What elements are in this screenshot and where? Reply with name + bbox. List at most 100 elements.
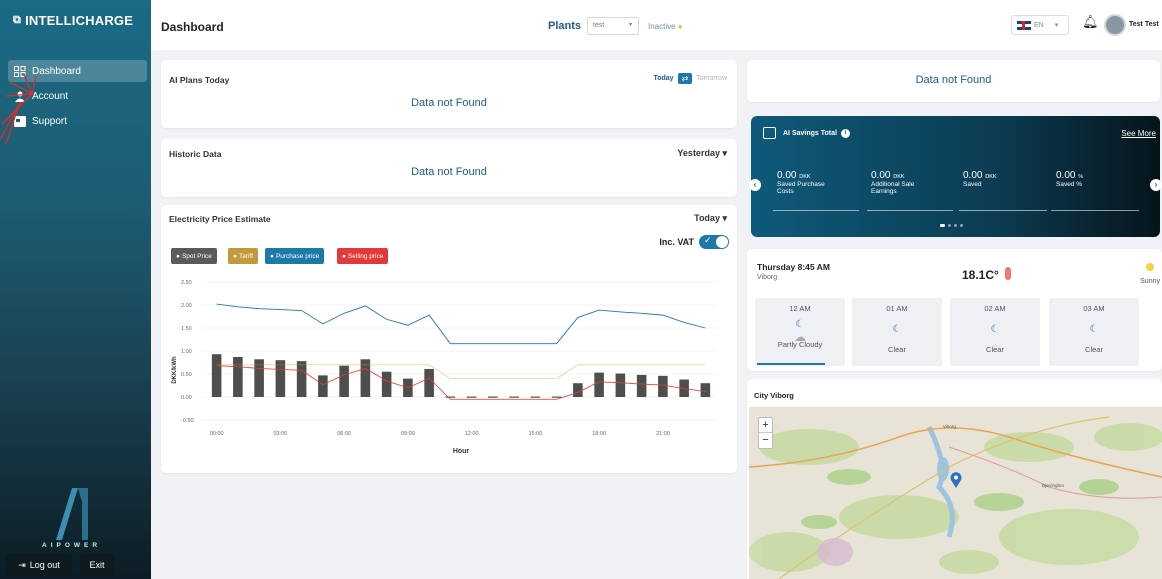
spot-price-bar xyxy=(233,356,243,397)
moon-icon: ☾ xyxy=(1089,324,1099,335)
hour-forecast[interactable]: 03 AM ☾ Clear xyxy=(1049,298,1139,366)
see-more-link[interactable]: See More xyxy=(1121,129,1156,138)
toggle-today[interactable]: Today xyxy=(653,75,673,82)
legend-selling-price[interactable]: ● Selling price xyxy=(337,248,389,264)
historic-card: Historic Data Yesterday ▾ Data not Found xyxy=(161,139,737,197)
historic-empty: Data not Found xyxy=(411,166,487,178)
dot[interactable] xyxy=(960,224,963,227)
price-period-select[interactable]: Today ▾ xyxy=(694,213,727,224)
spot-price-bar xyxy=(296,361,307,397)
page-title: Dashboard xyxy=(161,20,224,34)
sun-icon xyxy=(1146,263,1154,271)
x-tick-label: 21:00 xyxy=(656,431,670,437)
y-tick-label: -0.50 xyxy=(181,418,194,424)
savings-value: 0.00 xyxy=(1056,170,1076,181)
legend-label: Tariff xyxy=(238,252,253,260)
hour-time: 03 AM xyxy=(1083,304,1105,313)
chevron-down-icon: ▾ xyxy=(628,22,632,28)
legend-tariff[interactable]: ● Tariff xyxy=(228,248,258,264)
hour-condition: Clear xyxy=(986,345,1004,354)
savings-label: Saved Purchase Costs xyxy=(777,181,825,195)
savings-unit: DKK xyxy=(893,174,905,180)
spot-price-bar xyxy=(509,396,519,398)
logout-button[interactable]: ⇥ Log out xyxy=(6,554,72,576)
x-tick-label: 18:00 xyxy=(592,431,606,437)
hour-forecast[interactable]: 02 AM ☾ Clear xyxy=(950,298,1040,366)
exit-button[interactable]: Exit xyxy=(80,554,114,576)
divider xyxy=(1051,210,1139,211)
wallet-icon xyxy=(763,127,776,139)
dot-active[interactable] xyxy=(940,224,945,227)
x-tick-label: 06:00 xyxy=(337,431,351,437)
historic-period-select[interactable]: Yesterday ▾ xyxy=(677,148,727,159)
dot[interactable] xyxy=(948,224,951,227)
savings-value: 0.00 xyxy=(777,170,797,181)
savings-item: 0.00 DKK Additional Sale Earnings xyxy=(871,170,971,195)
savings-label: Additional Sale Earnings xyxy=(871,181,915,195)
x-tick-label: 03:00 xyxy=(273,431,287,437)
check-icon: ✓ xyxy=(704,235,712,245)
hour-time: 02 AM xyxy=(984,304,1006,313)
info-icon[interactable]: i xyxy=(841,129,850,138)
savings-value: 0.00 xyxy=(871,170,891,181)
vat-toggle[interactable]: Inc. VAT ✓ xyxy=(659,235,729,249)
spot-price-bar xyxy=(658,375,668,397)
brand-name: INTELLICHARGE xyxy=(25,13,134,28)
language-value: EN xyxy=(1034,21,1044,29)
savings-label: Saved xyxy=(963,181,982,188)
toggle-tomorrow[interactable]: Tomorrow xyxy=(696,75,727,82)
map-place-label: Bjerringbro xyxy=(1042,483,1065,488)
spot-price-bar xyxy=(594,372,604,397)
price-chart: 2.50 2.00 1.50 1.00 0.50 0.00 -0.50 00:00 03:00 0… xyxy=(172,280,716,455)
hour-condition: Clear xyxy=(1085,345,1103,354)
legend-purchase-price[interactable]: ● Purchase price xyxy=(265,248,325,264)
uk-flag-icon xyxy=(1017,20,1031,30)
tariff-line xyxy=(216,364,706,379)
status-text: Inactive xyxy=(648,22,676,31)
x-tick-label: 12:00 xyxy=(465,431,479,437)
price-period: Today xyxy=(694,213,720,223)
click-marker-icon xyxy=(0,73,37,145)
y-tick-label: 2.50 xyxy=(181,280,192,286)
city-map[interactable]: Viborg Bjerringbro xyxy=(749,407,1162,579)
zoom-in-button[interactable]: + xyxy=(759,418,772,433)
spot-price-bar xyxy=(381,371,392,397)
y-tick-label: 1.50 xyxy=(181,326,192,332)
vat-switch[interactable]: ✓ xyxy=(699,235,729,249)
hour-forecast[interactable]: 12 AM ☾ ☁ Partly Cloudy xyxy=(755,298,845,366)
map-place-label: Viborg xyxy=(943,424,956,429)
map-pin-icon[interactable] xyxy=(950,472,962,488)
ai-plans-card: AI Plans Today Today ⇄ Tomorrow Data not… xyxy=(161,60,737,128)
legend-spot-price[interactable]: ● Spot Price xyxy=(171,248,217,264)
carousel-prev-button[interactable]: ‹ xyxy=(749,179,761,191)
y-tick-label: 0.50 xyxy=(181,372,192,378)
avatar[interactable] xyxy=(1104,14,1126,36)
carousel-next-button[interactable]: › xyxy=(1150,179,1162,191)
caret-down-icon: ▾ xyxy=(722,213,727,223)
hour-time: 01 AM xyxy=(886,304,908,313)
x-tick-label: 09:00 xyxy=(401,431,415,437)
selling-price-line xyxy=(216,365,706,400)
weather-temperature: 18.1C° xyxy=(962,268,999,282)
vat-label: Inc. VAT xyxy=(659,237,694,247)
language-select[interactable]: EN ▾ xyxy=(1011,15,1069,35)
hour-forecast[interactable]: 01 AM ☾ Clear xyxy=(852,298,942,366)
savings-unit: % xyxy=(1078,174,1084,180)
plant-status: Inactive ● xyxy=(648,22,683,31)
bell-icon[interactable]: 🔔︎ xyxy=(1082,14,1099,30)
logo-text: AIPOWER xyxy=(42,542,102,549)
plant-select[interactable]: test ▾ xyxy=(587,17,639,35)
day-toggle: Today ⇄ Tomorrow xyxy=(653,73,727,84)
status-dot-icon: ● xyxy=(677,22,683,31)
plants-label: Plants xyxy=(548,20,582,32)
logout-label: Log out xyxy=(29,560,60,570)
zoom-out-button[interactable]: − xyxy=(759,433,772,448)
weather-datetime: Thursday 8:45 AM xyxy=(757,262,830,272)
spot-price-bar xyxy=(488,396,498,398)
brand[interactable]: ⧉ INTELLICHARGE xyxy=(13,13,133,28)
dot[interactable] xyxy=(954,224,957,227)
user-name[interactable]: Test Test xyxy=(1129,21,1159,28)
swap-icon[interactable]: ⇄ xyxy=(677,73,693,84)
spot-price-bar xyxy=(466,396,477,398)
aipower-logo xyxy=(56,488,88,540)
